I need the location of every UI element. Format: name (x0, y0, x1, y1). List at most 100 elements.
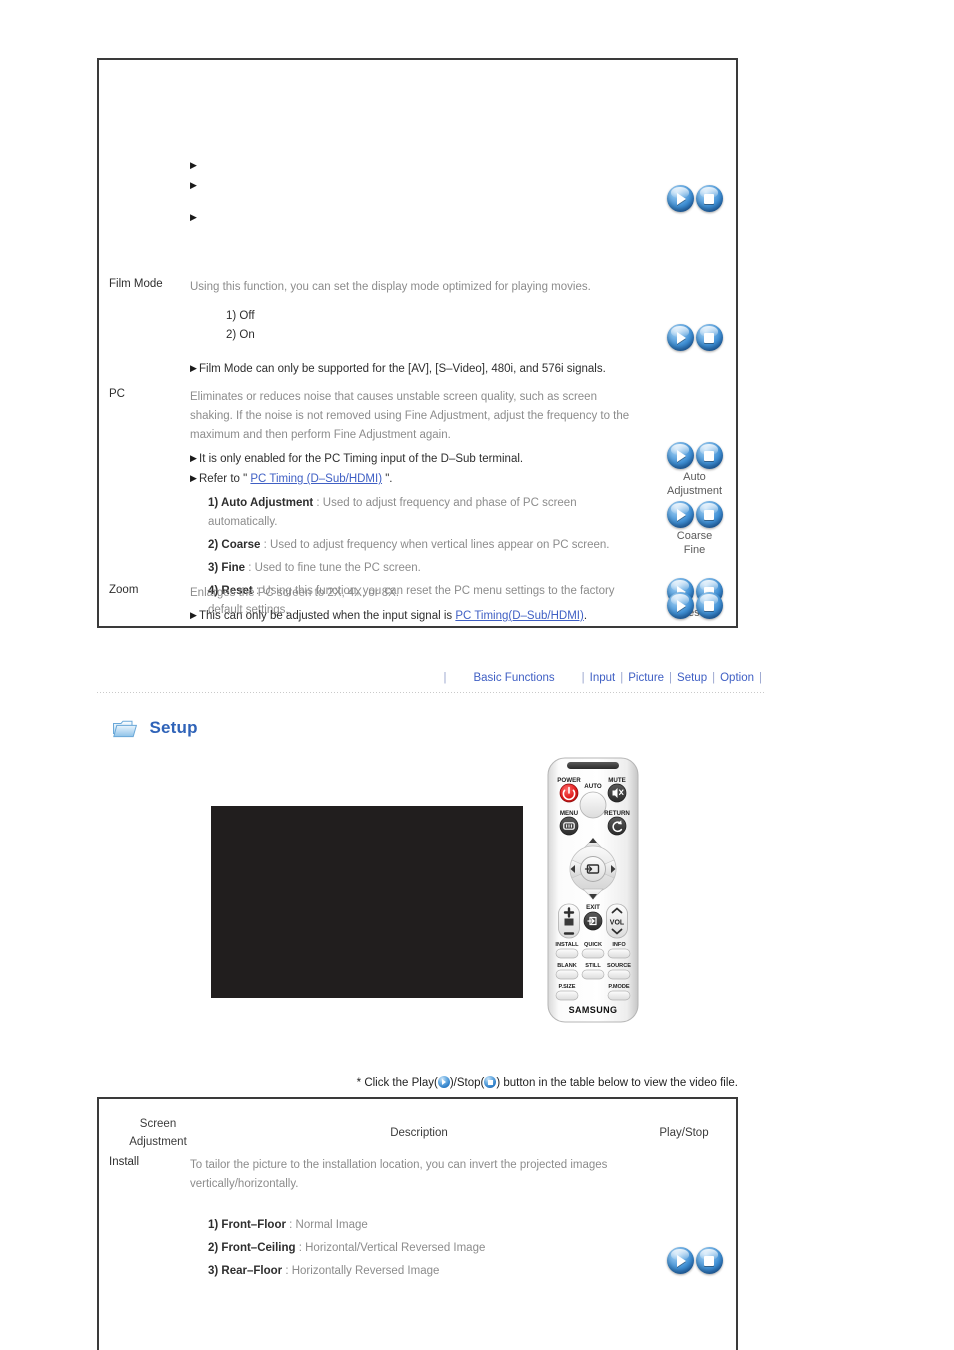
row-term: PC (109, 388, 125, 400)
bullet-note: ▶ It is only enabled for the PC Timing in… (190, 449, 640, 469)
arrow-bullet-icon: ▶ (190, 160, 197, 170)
play-button[interactable] (666, 592, 694, 619)
play-button[interactable] (666, 324, 694, 351)
play-stop-control (647, 592, 742, 619)
row-term: Film Mode (109, 278, 163, 290)
folder-icon (112, 718, 138, 738)
setup-settings-table: Screen Adjustment Description Play/Stop … (97, 1097, 738, 1350)
play-button[interactable] (666, 501, 694, 528)
remote-label-still: STILL (585, 963, 601, 969)
play-stop-control-coarse-fine: Coarse Fine (647, 501, 742, 558)
button-label: Auto (683, 471, 706, 483)
stop-button[interactable] (695, 592, 723, 619)
numbered-item: 3) Fine : Used to fine tune the PC scree… (208, 562, 421, 574)
stop-button[interactable] (695, 185, 723, 212)
numbered-item: 2) Front–Ceiling : Horizontal/Vertical R… (208, 1242, 486, 1254)
arrow-bullet-icon: ▶ (190, 610, 197, 620)
button-label: Adjustment (666, 485, 723, 497)
row-description: To tailor the picture to the installatio… (190, 1159, 608, 1190)
remote-label-exit: EXIT (586, 904, 600, 911)
play-button[interactable] (666, 185, 694, 212)
button-label: Coarse (676, 530, 713, 542)
nav-separator: | (443, 672, 447, 684)
nav-separator: | (712, 672, 716, 684)
play-stop-pair (666, 185, 724, 212)
option-item: 1) Off (226, 310, 255, 322)
row-description: Enlarges the PC screen to 2X, 4X, or 8X. (190, 587, 400, 599)
stop-icon (484, 1076, 497, 1088)
remote-label-quick: QUICK (584, 942, 602, 948)
play-stop-pair (666, 592, 724, 619)
remote-label-mute: MUTE (608, 777, 626, 784)
video-preview[interactable] (211, 806, 523, 998)
button-label: Fine (683, 544, 706, 556)
numbered-item: 1) Front–Floor : Normal Image (208, 1219, 368, 1231)
remote-label-return: RETURN (604, 810, 630, 817)
picture-settings-table: ▶ ▶ ▶ Film Mode Using this function, you… (97, 58, 738, 628)
table-header-screen-adjustment: Screen Adjustment (129, 1118, 187, 1148)
play-stop-control (647, 324, 742, 351)
play-stop-pair (666, 1247, 724, 1274)
nav-item-option[interactable]: Option (720, 672, 754, 684)
pc-timing-link[interactable]: PC Timing (D–Sub/HDMI) (250, 473, 382, 485)
remote-label-auto: AUTO (584, 783, 602, 790)
bullet-note: ▶ (190, 176, 640, 196)
bullet-note: ▶ Film Mode can only be supported for the… (190, 359, 640, 379)
option-item: 2) On (226, 329, 255, 341)
row-description: Using this function, you can set the dis… (190, 281, 591, 293)
row-term: Install (109, 1156, 140, 1168)
play-stop-control-auto-adjustment: Auto Adjustment (647, 442, 742, 499)
nav-item-picture[interactable]: Picture (628, 672, 664, 684)
remote-label-psize: P.SIZE (559, 984, 576, 990)
table-header-play-stop: Play/Stop (659, 1127, 709, 1139)
section-heading: Setup (112, 718, 198, 738)
remote-label-blank: BLANK (557, 963, 577, 969)
section-title: Setup (149, 718, 198, 737)
nav-separator: | (620, 672, 624, 684)
nav-separator: | (669, 672, 673, 684)
numbered-item: 3) Rear–Floor : Horizontally Reversed Im… (208, 1265, 440, 1277)
nav-item-input[interactable]: Input (590, 672, 616, 684)
remote-brand-logo: SAMSUNG (569, 1005, 618, 1015)
remote-label-menu: MENU (560, 810, 579, 817)
remote-label-power: POWER (557, 777, 581, 784)
play-stop-pair (666, 442, 724, 469)
stop-button[interactable] (695, 324, 723, 351)
play-stop-pair (666, 501, 724, 528)
stop-button[interactable] (695, 501, 723, 528)
bullet-note-link: ▶ Refer to " PC Timing (D–Sub/HDMI) ". (190, 469, 640, 489)
row-term: Zoom (109, 584, 139, 596)
nav-items: | Basic Functions | Input | Picture | Setup | Opt… (438, 672, 767, 684)
arrow-bullet-icon: ▶ (190, 363, 197, 373)
bullet-note: ▶ (190, 156, 640, 176)
arrow-bullet-icon: ▶ (190, 473, 197, 483)
table-header-description: Description (390, 1127, 448, 1139)
nav-separator: | (581, 672, 585, 684)
nav-separator: | (759, 672, 762, 684)
arrow-bullet-icon: ▶ (190, 180, 197, 190)
remote-label-vol: VOL (610, 920, 625, 927)
nav-item-basic-functions[interactable]: Basic Functions (473, 672, 554, 684)
play-stop-control (647, 185, 742, 212)
stop-button[interactable] (695, 442, 723, 469)
play-button[interactable] (666, 442, 694, 469)
numbered-item: 1) Auto Adjustment : Used to adjust freq… (208, 497, 577, 528)
nav-item-setup[interactable]: Setup (677, 672, 707, 684)
play-stop-pair (666, 324, 724, 351)
play-button[interactable] (666, 1247, 694, 1274)
numbered-item: 2) Coarse : Used to adjust frequency whe… (208, 539, 610, 551)
remote-label-install: INSTALL (555, 942, 579, 948)
play-stop-control (647, 1247, 742, 1274)
remote-label-pmode: P.MODE (608, 984, 630, 990)
play-icon (437, 1076, 450, 1088)
remote-label-source: SOURCE (607, 963, 631, 969)
pc-timing-link[interactable]: PC Timing(D–Sub/HDMI) (455, 610, 583, 622)
remote-label-info: INFO (612, 942, 626, 948)
stop-button[interactable] (695, 1247, 723, 1274)
row-description: Eliminates or reduces noise that causes … (190, 391, 630, 441)
nav-divider (97, 692, 765, 693)
bullet-note-link: ▶ This can only be adjusted when the inpu… (190, 606, 640, 626)
remote-control-image: POWER MUTE AUTO MENU RETURN VOL EXIT INS… (547, 757, 639, 1023)
arrow-bullet-icon: ▶ (190, 212, 197, 222)
bullet-note: ▶ (190, 208, 640, 228)
